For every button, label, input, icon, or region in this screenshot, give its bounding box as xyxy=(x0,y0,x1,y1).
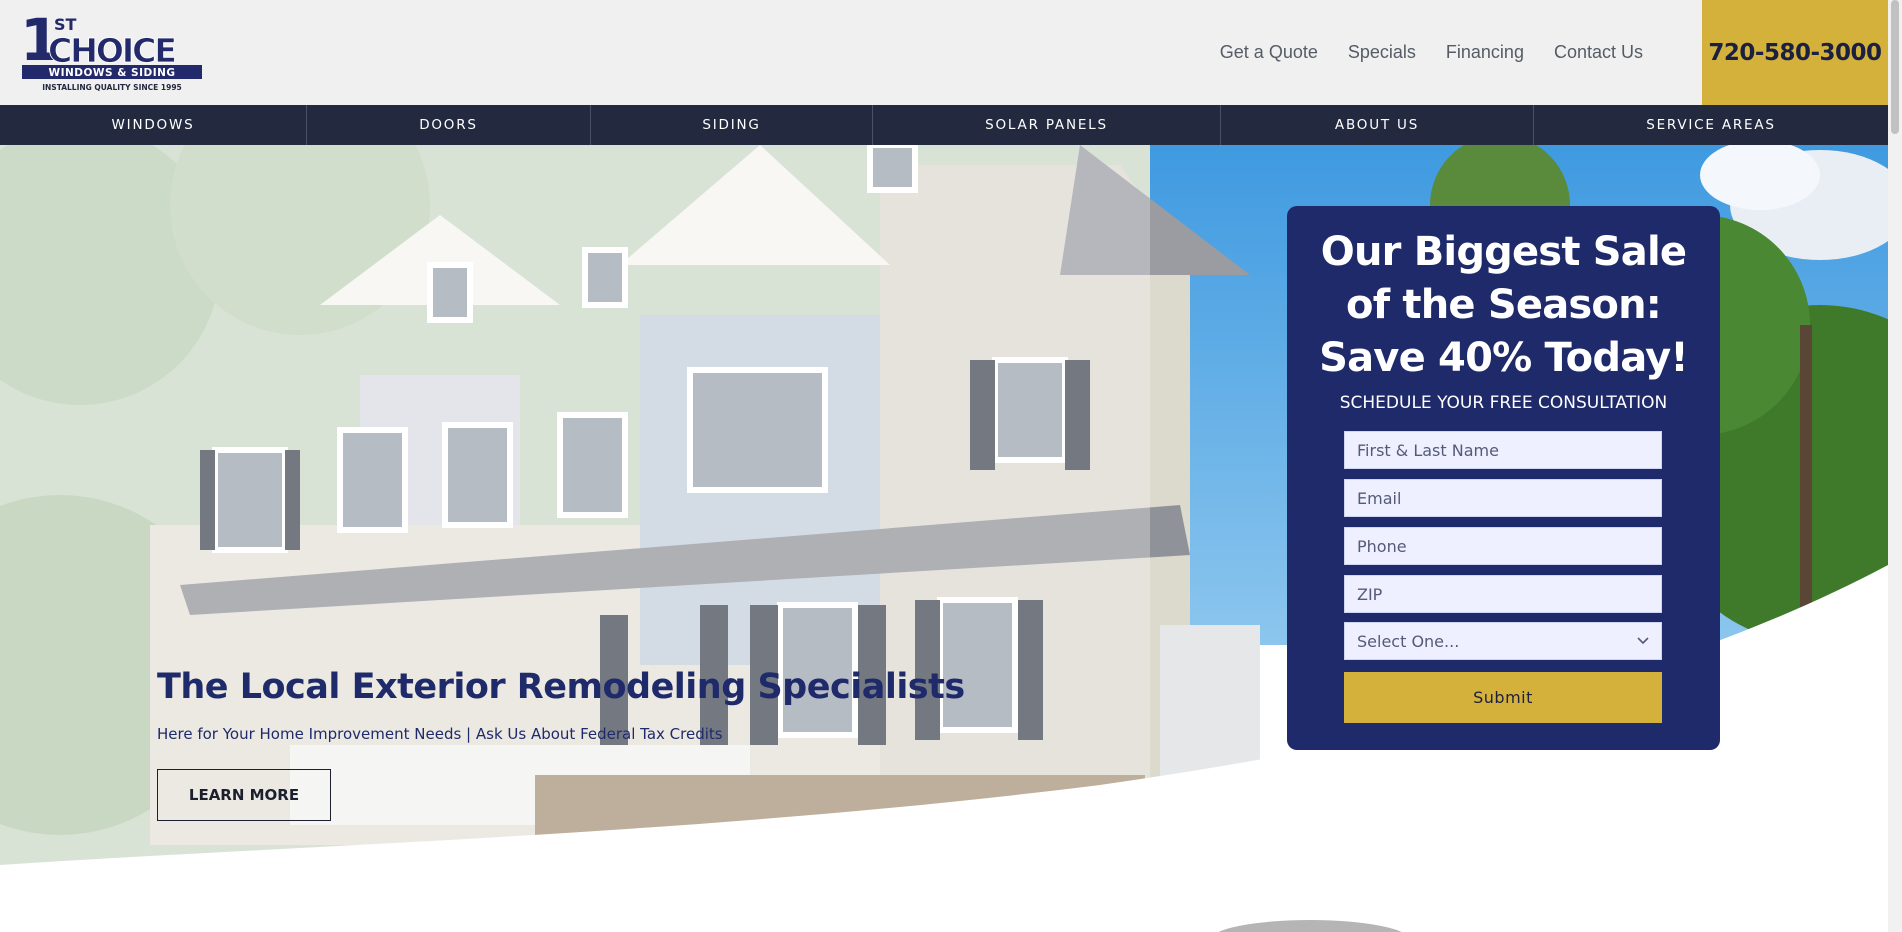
service-select[interactable]: Select One... xyxy=(1344,622,1662,660)
get-a-quote-link[interactable]: Get a Quote xyxy=(1205,42,1333,63)
service-select-value: Select One... xyxy=(1357,631,1460,651)
top-links: Get a Quote Specials Financing Contact U… xyxy=(1205,0,1658,105)
phone-field[interactable] xyxy=(1344,527,1662,565)
form-subtitle: SCHEDULE YOUR FREE CONSULTATION xyxy=(1339,393,1668,413)
consultation-form: Our Biggest Sale of the Season: Save 40%… xyxy=(1287,206,1720,750)
company-logo[interactable]: 1 ST CHOICE WINDOWS & SIDING INSTALLING … xyxy=(20,10,205,92)
form-title-line2: of the Season: xyxy=(1346,282,1662,328)
name-field[interactable] xyxy=(1344,431,1662,469)
main-nav: WINDOWS DOORS SIDING SOLAR PANELS ABOUT … xyxy=(0,105,1888,145)
hero-title: The Local Exterior Remodeling Specialist… xyxy=(157,667,965,707)
financing-link[interactable]: Financing xyxy=(1431,42,1539,63)
form-title-line3: Save 40% Today! xyxy=(1319,335,1689,381)
nav-item-about-us[interactable]: ABOUT US xyxy=(1220,105,1533,145)
specials-link[interactable]: Specials xyxy=(1333,42,1431,63)
zip-field[interactable] xyxy=(1344,575,1662,613)
svg-text:WINDOWS & SIDING: WINDOWS & SIDING xyxy=(48,67,175,79)
submit-button[interactable]: Submit xyxy=(1344,672,1662,723)
contact-us-link[interactable]: Contact Us xyxy=(1539,42,1658,63)
chevron-down-icon xyxy=(1637,637,1649,645)
nav-item-service-areas[interactable]: SERVICE AREAS xyxy=(1533,105,1888,145)
phone-button[interactable]: 720-580-3000 xyxy=(1702,0,1888,105)
svg-text:INSTALLING QUALITY SINCE 1995: INSTALLING QUALITY SINCE 1995 xyxy=(42,83,182,92)
nav-item-solar-panels[interactable]: SOLAR PANELS xyxy=(872,105,1220,145)
scrollbar-thumb[interactable] xyxy=(1891,0,1899,134)
form-title-line1: Our Biggest Sale xyxy=(1320,229,1687,275)
nav-item-windows[interactable]: WINDOWS xyxy=(0,105,306,145)
nav-item-siding[interactable]: SIDING xyxy=(590,105,872,145)
form-title: Our Biggest Sale of the Season: Save 40%… xyxy=(1287,226,1720,385)
email-field[interactable] xyxy=(1344,479,1662,517)
site-header: 1 ST CHOICE WINDOWS & SIDING INSTALLING … xyxy=(0,0,1888,105)
learn-more-button[interactable]: LEARN MORE xyxy=(157,769,331,821)
hero-subtitle: Here for Your Home Improvement Needs | A… xyxy=(157,725,723,743)
nav-item-doors[interactable]: DOORS xyxy=(306,105,590,145)
svg-text:CHOICE: CHOICE xyxy=(48,31,175,70)
scrollbar[interactable] xyxy=(1888,0,1902,932)
